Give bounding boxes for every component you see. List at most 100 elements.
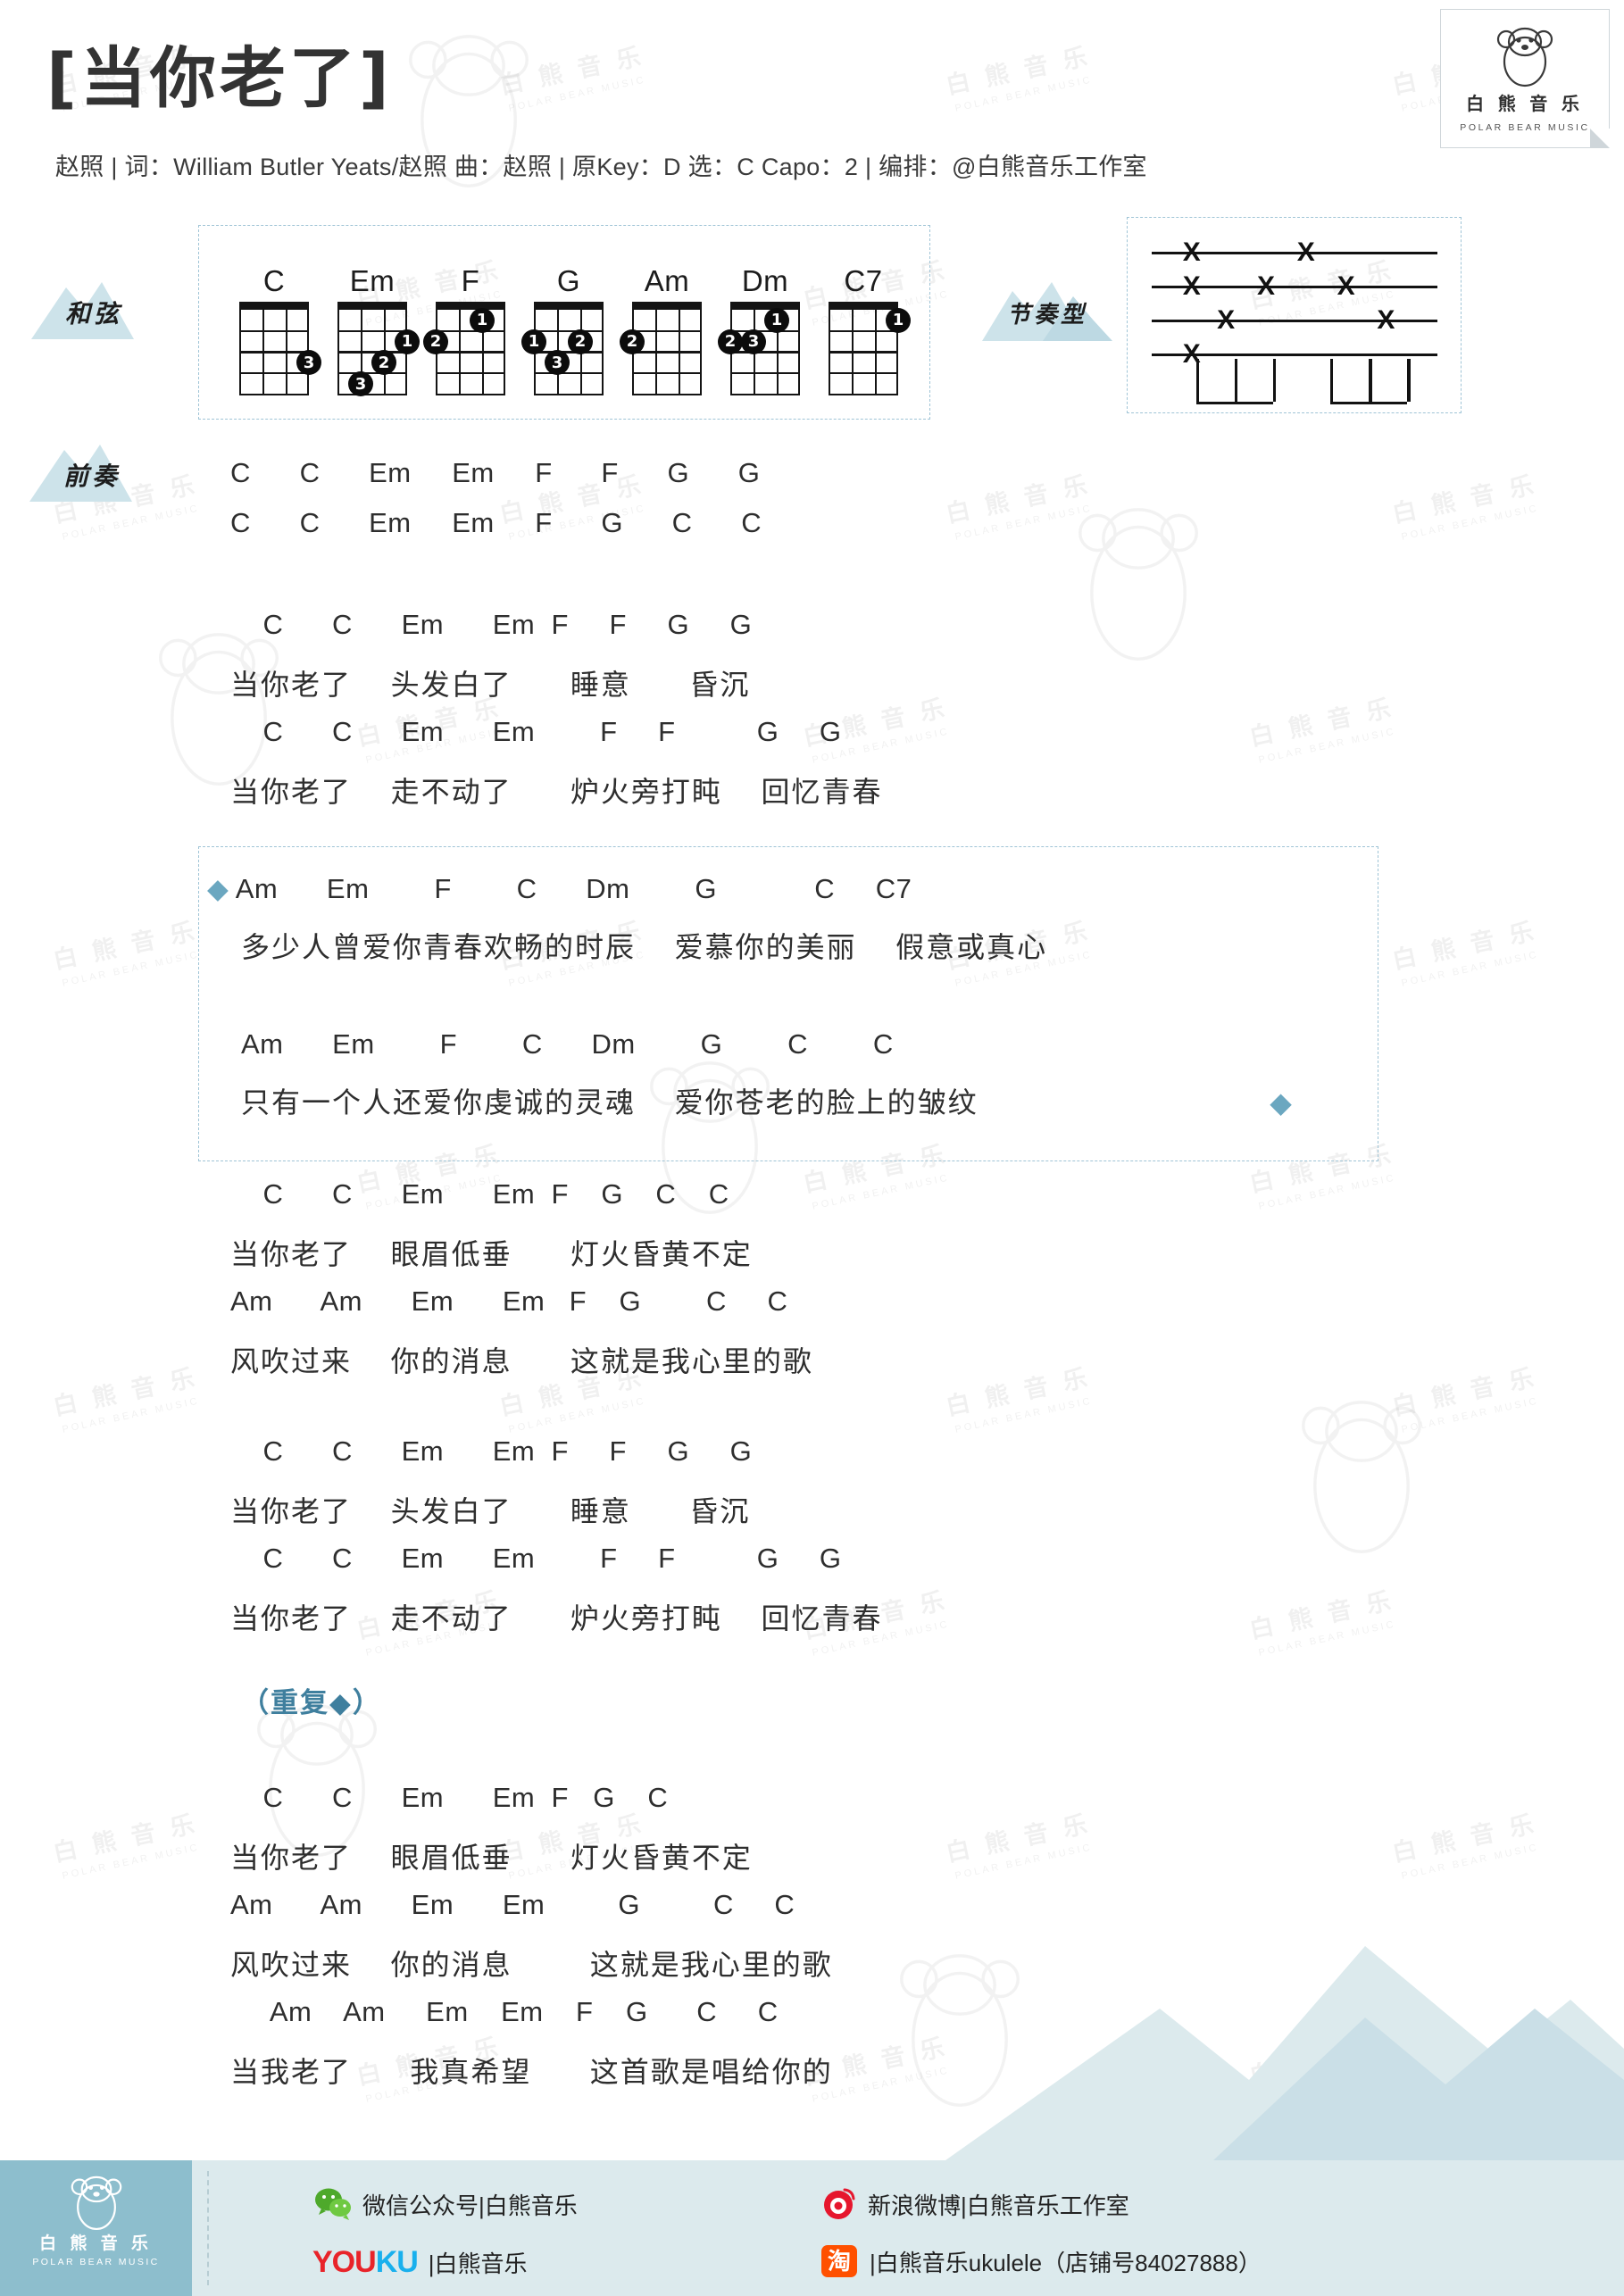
chord-line: C C Em Em F F G G — [230, 609, 752, 641]
mountain-decoration — [945, 1946, 1624, 2160]
chord-fret-line — [534, 372, 604, 375]
footer-item-taobao-label: |白熊音乐ukulele（店铺号84027888） — [870, 2249, 1262, 2276]
chord-string-line — [337, 310, 340, 395]
chord-fretboard: 2 — [620, 302, 702, 396]
chord-line: C C Em Em F G C C — [230, 1178, 729, 1210]
chord-line: C C Em Em F F G G — [230, 716, 842, 748]
youku-icon: YOUKU — [312, 2245, 419, 2279]
chord-diagram-f: F 12 — [423, 264, 505, 396]
chord-fret-line — [632, 372, 702, 375]
chord-line: ◆ Am Em F C Dm G C C7 — [207, 873, 912, 905]
chord-fret-line — [534, 329, 604, 332]
rhythm-stem — [1273, 359, 1277, 402]
chord-line-text: Am Em F C Dm G C C7 — [235, 873, 912, 904]
chord-name-label: G — [556, 264, 581, 297]
chord-string-line — [239, 310, 242, 395]
footer-item-taobao[interactable]: 淘 |白熊音乐ukulele（店铺号84027888） — [820, 2243, 1262, 2279]
chord-fret-line — [337, 393, 407, 396]
section-tag-rhythm: 节奏型 — [980, 279, 1114, 343]
rhythm-stem — [1330, 359, 1334, 402]
rhythm-stem — [1369, 359, 1372, 402]
rhythm-stem — [1195, 359, 1199, 402]
chord-line-text: Am Am Em Em F G C C — [230, 1996, 779, 2027]
section-diamond-icon-end: ◆ — [978, 1086, 1294, 1119]
chord-diagram-em: Em 1 2 3 — [337, 264, 420, 397]
rhythm-pattern-box — [1127, 217, 1462, 413]
chord-line-text: C C Em Em F F G G — [230, 1543, 842, 1574]
chord-fret-line — [436, 329, 505, 332]
rhythm-strum-mark: X — [1182, 237, 1201, 267]
lyric-line-text: 当你老了 眼眉低垂 灯火昏黄不定 — [230, 1238, 753, 1270]
footer-brand-panel: 白 熊 音 乐 POLAR BEAR MUSIC — [0, 2160, 192, 2296]
footer-item-wechat-label: 微信公众号|白熊音乐 — [362, 2192, 578, 2219]
chord-finger-dot: 3 — [348, 371, 373, 397]
section-diamond-icon: ◆ — [207, 873, 236, 904]
lyric-line: 只有一个人还爱你虔诚的灵魂 爱你苍老的脸上的皱纹 ◆ — [241, 1080, 1294, 1121]
chord-string-line — [852, 310, 854, 395]
chord-finger-dot: 1 — [521, 329, 546, 354]
chord-line-text: Am Am Em Em G C C — [230, 1889, 795, 1920]
chord-fret-line — [829, 351, 898, 354]
chord-fretboard: 123 — [337, 302, 420, 397]
lyric-line-text: 当你老了 头发白了 睡意 昏沉 — [230, 1495, 751, 1527]
chord-nut — [632, 302, 702, 310]
chord-string-line — [797, 310, 800, 395]
footer-item-weibo-label: 新浪微博|白熊音乐工作室 — [868, 2192, 1129, 2219]
lyric-line-text: 风吹过来 你的消息 这就是我心里的歌 — [230, 1949, 833, 1981]
weibo-icon — [824, 2188, 855, 2219]
lyric-line: 当你老了 眼眉低垂 灯火昏黄不定 — [230, 1232, 753, 1273]
chord-line-text: Am Em F C Dm G C C — [241, 1028, 894, 1060]
chord-fret-line — [337, 329, 407, 332]
chord-finger-dot: 2 — [371, 350, 396, 376]
repeat-marker: （重复◆） — [241, 1687, 382, 1718]
chord-finger-dot: 1 — [395, 329, 420, 354]
chord-line-text: C C Em Em F F G G — [230, 1435, 753, 1467]
taobao-icon: 淘 — [821, 2245, 857, 2277]
chord-fret-line — [239, 372, 309, 375]
chord-fret-line — [337, 351, 407, 354]
chord-fretboard: 12 — [423, 302, 505, 396]
lyric-line: 多少人曾爱你青春欢畅的时辰 爱慕你的美丽 假意或真心 — [241, 925, 1047, 966]
chord-nut — [829, 302, 898, 310]
chord-fret-line — [436, 351, 505, 354]
brand-name-en: POLAR BEAR MUSIC — [1460, 122, 1590, 133]
footer-item-weibo[interactable]: 新浪微博|白熊音乐工作室 — [821, 2187, 1129, 2221]
chord-string-line — [699, 310, 702, 395]
chord-finger-dot: 2 — [568, 329, 593, 354]
chord-string-line — [875, 310, 878, 395]
chord-line-text: C C Em Em F G C C — [230, 1178, 729, 1210]
lyric-line-text: 当我老了 我真希望 这首歌是唱给你的 — [230, 2056, 833, 2088]
chord-fret-line — [632, 329, 702, 332]
chord-fret-line — [239, 329, 309, 332]
lyric-line: 当你老了 眼眉低垂 灯火昏黄不定 — [230, 1835, 753, 1876]
lyric-line-text: 只有一个人还爱你虔诚的灵魂 爱你苍老的脸上的皱纹 — [241, 1086, 979, 1119]
footer-item-wechat[interactable]: 微信公众号|白熊音乐 — [314, 2187, 578, 2221]
rhythm-beam — [1330, 402, 1408, 405]
chord-finger-dot: 2 — [423, 329, 448, 354]
wechat-icon — [315, 2188, 351, 2220]
chord-finger-dot: 1 — [764, 307, 789, 333]
chord-line: C C Em Em F F G G — [230, 1543, 842, 1575]
chord-line-text: Am Am Em Em F G C C — [230, 1285, 788, 1317]
footer-item-youku[interactable]: YOUKU |白熊音乐 — [312, 2245, 528, 2280]
chord-name-label: Em — [349, 264, 396, 297]
chord-string-line — [655, 310, 658, 395]
polar-bear-icon-footer — [71, 2175, 121, 2231]
footer-brand-en: POLAR BEAR MUSIC — [32, 2257, 160, 2267]
chord-string-line — [829, 310, 831, 395]
chord-fret-line — [829, 372, 898, 375]
chord-finger-dot: 2 — [718, 329, 743, 354]
chord-fret-line — [436, 372, 505, 375]
lyric-line-text: 多少人曾爱你青春欢畅的时辰 爱慕你的美丽 假意或真心 — [241, 931, 1048, 963]
chord-finger-dot: 3 — [741, 329, 766, 354]
chord-fret-line — [829, 393, 898, 396]
chord-fret-line — [239, 351, 309, 354]
lyric-line: 风吹过来 你的消息 这就是我心里的歌 — [230, 1942, 833, 1984]
page-title: [当你老了] — [46, 40, 393, 117]
chord-line-text: C C Em Em F F G G — [230, 716, 842, 747]
rhythm-strum-mark: X — [1296, 237, 1315, 267]
lyric-line: 当你老了 头发白了 睡意 昏沉 — [230, 662, 750, 703]
chord-string-line — [601, 310, 604, 395]
chord-finger-dot: 2 — [620, 329, 645, 354]
chord-nut — [239, 302, 309, 310]
